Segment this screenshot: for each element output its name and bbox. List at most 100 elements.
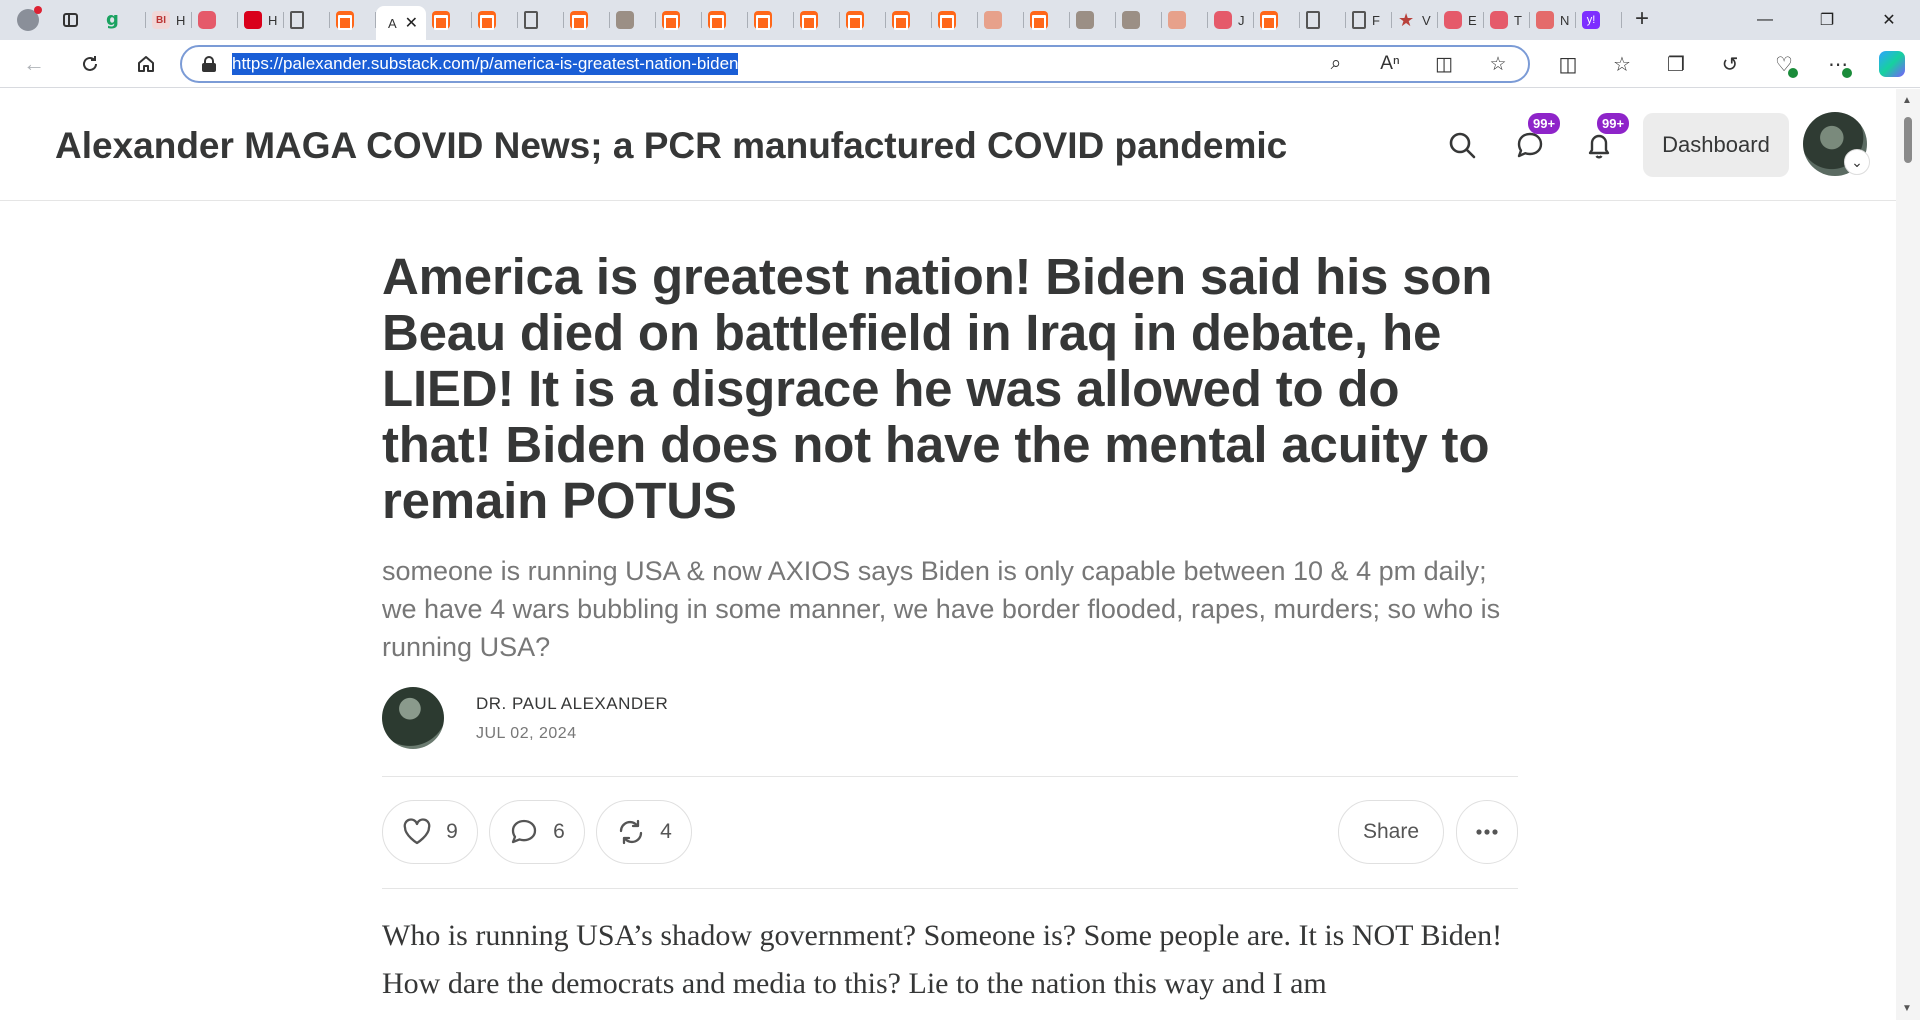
browser-tab[interactable]: T <box>1484 4 1530 36</box>
tab-favicon-icon <box>290 11 304 29</box>
author-name[interactable]: DR. PAUL ALEXANDER <box>476 694 668 714</box>
back-button[interactable]: ← <box>14 46 54 82</box>
browser-tab[interactable] <box>886 4 932 36</box>
more-options-button[interactable] <box>1456 800 1518 864</box>
home-button[interactable] <box>126 46 166 82</box>
heart-icon <box>403 818 431 845</box>
scroll-down-icon[interactable]: ▼ <box>1902 1003 1912 1014</box>
restack-count: 4 <box>660 820 672 843</box>
collections-icon[interactable]: ❐ <box>1658 46 1694 82</box>
browser-tab[interactable]: H <box>238 4 284 36</box>
browser-tab[interactable] <box>1116 4 1162 36</box>
browser-tab[interactable] <box>564 4 610 36</box>
zoom-icon[interactable]: ⌕ <box>1324 53 1348 75</box>
immersive-reader-icon[interactable]: ◫ <box>1432 53 1456 76</box>
browser-tab[interactable] <box>610 4 656 36</box>
browser-tab[interactable]: E <box>1438 4 1484 36</box>
tab-list: g BI H H A ✕ J F ★ V E T Ny! <box>100 0 1622 40</box>
browser-tab[interactable]: ★ V <box>1392 4 1438 36</box>
tab-actions-icon[interactable] <box>52 4 88 36</box>
refresh-button[interactable] <box>70 46 110 82</box>
site-title[interactable]: Alexander MAGA COVID News; a PCR manufac… <box>55 125 1287 167</box>
restack-button[interactable]: 4 <box>596 800 692 864</box>
browser-tab[interactable] <box>656 4 702 36</box>
browser-essentials-icon[interactable]: ♡ <box>1766 46 1802 82</box>
post-date: JUL 02, 2024 <box>476 725 577 742</box>
browser-tab[interactable] <box>1024 4 1070 36</box>
tab-favicon-icon <box>800 11 818 29</box>
browser-tab[interactable] <box>192 4 238 36</box>
split-screen-icon[interactable]: ◫ <box>1550 46 1586 82</box>
browser-tab[interactable] <box>330 4 376 36</box>
like-button[interactable]: 9 <box>382 800 478 864</box>
browser-tab[interactable]: F <box>1346 4 1392 36</box>
share-label: Share <box>1362 820 1420 843</box>
address-bar[interactable]: https://palexander.substack.com/p/americ… <box>180 45 1530 83</box>
chat-button[interactable]: 99+ <box>1512 113 1561 163</box>
copilot-icon[interactable] <box>1874 46 1910 82</box>
chat-badge: 99+ <box>1528 113 1561 134</box>
close-window-button[interactable]: ✕ <box>1858 0 1920 40</box>
browser-tab[interactable] <box>284 4 330 36</box>
like-count: 9 <box>446 820 458 843</box>
tab-active[interactable]: A ✕ <box>376 6 426 40</box>
window-controls: — ❐ ✕ <box>1734 0 1920 40</box>
browser-tab[interactable]: J <box>1208 4 1254 36</box>
browser-tab[interactable] <box>932 4 978 36</box>
tab-favicon-icon <box>1168 11 1186 29</box>
tab-favicon-icon <box>1076 11 1094 29</box>
comment-button[interactable]: 6 <box>489 800 585 864</box>
byline: DR. PAUL ALEXANDER JUL 02, 2024 <box>382 687 1518 749</box>
author-avatar[interactable] <box>382 687 444 749</box>
scrollbar-thumb[interactable] <box>1904 117 1912 163</box>
browser-tab[interactable] <box>840 4 886 36</box>
tab-favicon-icon <box>1444 11 1462 29</box>
restack-icon <box>620 819 643 845</box>
browser-tab[interactable] <box>978 4 1024 36</box>
browser-tab[interactable] <box>1070 4 1116 36</box>
browser-tab[interactable]: BI H <box>146 4 192 36</box>
browser-tab[interactable]: N <box>1530 4 1576 36</box>
browser-tab[interactable] <box>518 4 564 36</box>
read-aloud-icon[interactable]: Aⁿ <box>1378 53 1402 75</box>
url-text[interactable]: https://palexander.substack.com/p/americ… <box>232 53 739 75</box>
chevron-down-icon[interactable]: ⌄ <box>1844 149 1870 175</box>
browser-tab[interactable] <box>1254 4 1300 36</box>
tab-separator <box>1621 12 1622 28</box>
scroll-up-icon[interactable]: ▲ <box>1902 95 1912 106</box>
lock-icon[interactable] <box>202 56 216 72</box>
browser-tab[interactable] <box>1162 4 1208 36</box>
close-tab-icon[interactable]: ✕ <box>405 13 418 33</box>
notifications-button[interactable]: 99+ <box>1581 113 1630 163</box>
history-icon[interactable]: ↺ <box>1712 46 1748 82</box>
tab-favicon-icon <box>1490 11 1508 29</box>
browser-tab[interactable]: y! <box>1576 4 1622 36</box>
site-header: Alexander MAGA COVID News; a PCR manufac… <box>0 89 1896 201</box>
dashboard-button[interactable]: Dashboard <box>1643 113 1789 177</box>
browser-tab[interactable]: g <box>100 4 146 36</box>
page-scrollbar[interactable]: ▲ ▼ <box>1896 89 1920 1020</box>
post-subtitle: someone is running USA & now AXIOS says … <box>382 556 1501 662</box>
minimize-button[interactable]: — <box>1734 0 1796 40</box>
more-menu-icon[interactable]: ⋯ <box>1820 46 1856 82</box>
browser-tab[interactable] <box>748 4 794 36</box>
browser-tab[interactable] <box>1300 4 1346 36</box>
tab-favicon-icon <box>1122 11 1140 29</box>
share-button[interactable]: Share <box>1338 800 1444 864</box>
browser-tab[interactable] <box>702 4 748 36</box>
tab-favicon-icon <box>892 11 910 29</box>
browser-tab[interactable] <box>472 4 518 36</box>
active-tab-label: A <box>388 15 397 31</box>
post-title: America is greatest nation! Biden said h… <box>382 248 1493 529</box>
browser-tab[interactable] <box>794 4 840 36</box>
favorites-icon[interactable]: ☆ <box>1604 46 1640 82</box>
tab-favicon-icon <box>708 11 726 29</box>
profile-icon[interactable] <box>10 2 46 38</box>
browser-tab[interactable] <box>426 4 472 36</box>
new-tab-button[interactable]: + <box>1624 4 1660 36</box>
tab-favicon-icon <box>662 11 680 29</box>
favorite-star-icon[interactable]: ☆ <box>1486 53 1510 76</box>
search-button[interactable] <box>1444 127 1480 163</box>
more-horizontal-icon <box>1476 829 1498 835</box>
restore-button[interactable]: ❐ <box>1796 0 1858 40</box>
